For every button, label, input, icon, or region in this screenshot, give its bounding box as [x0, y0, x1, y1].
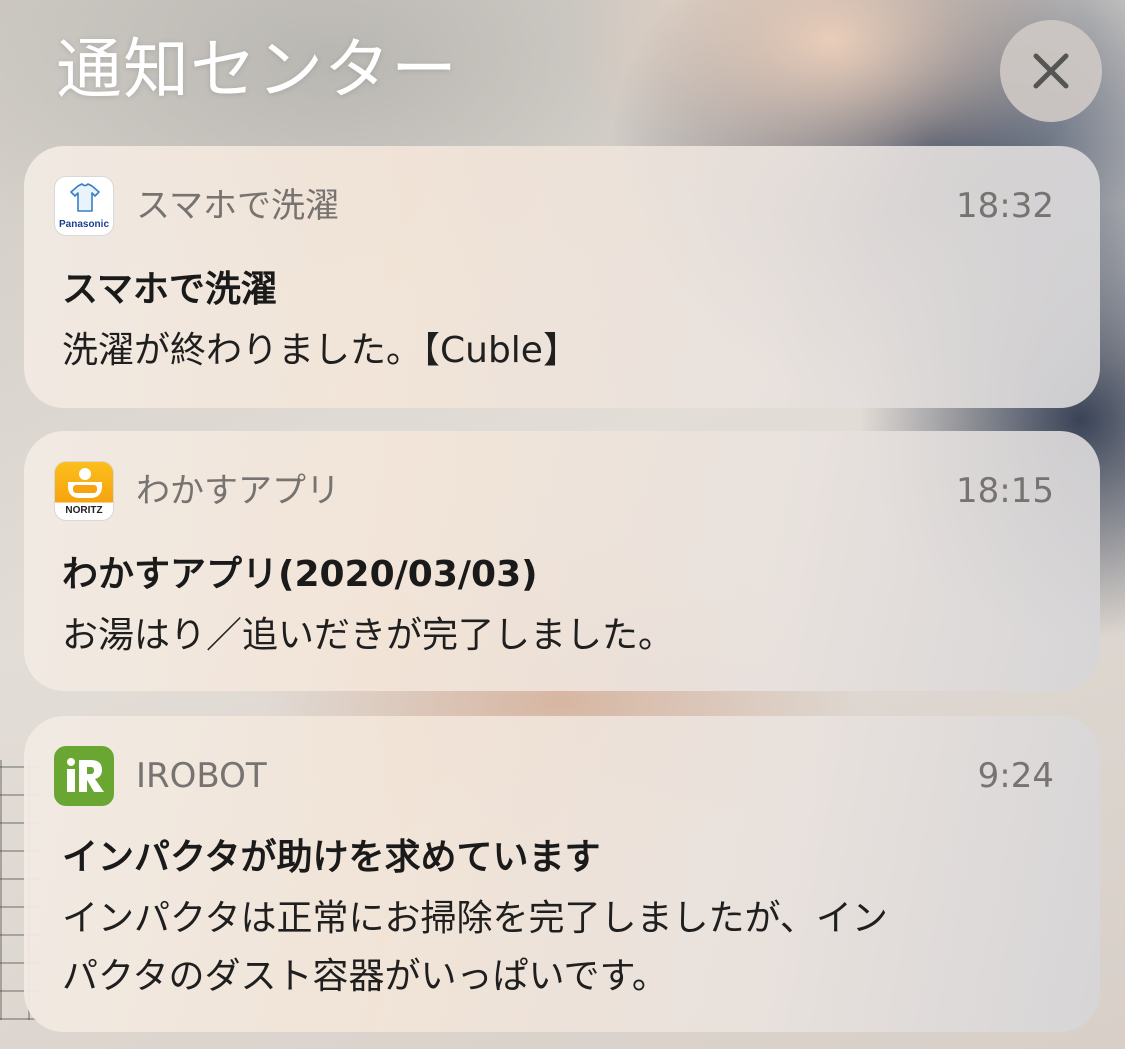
app-name: スマホで洗濯 [136, 186, 339, 226]
noritz-bath-icon: NORITZ [54, 461, 114, 521]
notification-body: お湯はり／追いだきが完了しました。 [62, 615, 675, 656]
notification-body: インパクタは正常にお掃除を完了しましたが、イン パクタのダスト容器がいっぱいです… [62, 898, 888, 997]
notification-body: 洗濯が終わりました。【Cuble】 [62, 330, 579, 371]
close-button[interactable] [1000, 20, 1102, 122]
notification-title: わかすアプリ(2020/03/03) [62, 554, 538, 595]
notification-title: インパクタが助けを求めています [62, 837, 601, 878]
app-name: わかすアプリ [136, 471, 340, 511]
irobot-icon [54, 746, 114, 806]
app-name: IROBOT [136, 756, 267, 796]
notification-card-irobot[interactable]: IROBOT 9:24 インパクタが助けを求めています インパクタは正常にお掃除… [24, 716, 1100, 1032]
notification-card-laundry[interactable]: Panasonic スマホで洗濯 18:32 スマホで洗濯 洗濯が終わりました。… [24, 146, 1100, 408]
noritz-brand-text: NORITZ [65, 505, 103, 516]
notification-card-bath[interactable]: NORITZ わかすアプリ 18:15 わかすアプリ(2020/03/03) お… [24, 431, 1100, 691]
close-icon [1033, 53, 1069, 89]
panasonic-brand-text: Panasonic [58, 219, 110, 230]
panasonic-laundry-icon: Panasonic [54, 176, 114, 236]
notification-time: 18:15 [956, 471, 1054, 511]
page-title: 通知センター [56, 31, 458, 108]
notification-title: スマホで洗濯 [62, 269, 277, 310]
notification-time: 9:24 [977, 756, 1054, 796]
notification-time: 18:32 [956, 186, 1054, 226]
